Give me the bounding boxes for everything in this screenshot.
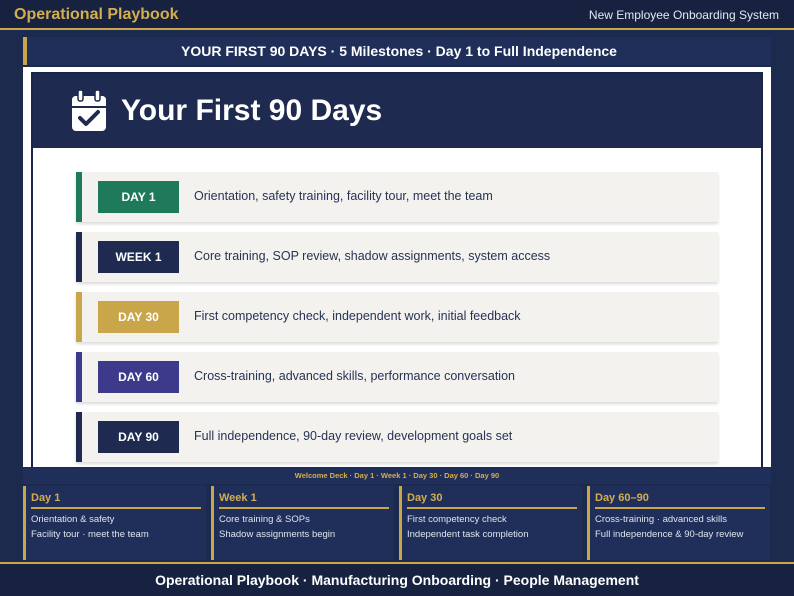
card-line: Shadow assignments begin: [219, 529, 336, 540]
system-name: New Employee Onboarding System: [588, 8, 779, 22]
brand-title: Operational Playbook: [14, 6, 179, 23]
milestone-description: Cross-training, advanced skills, perform…: [194, 369, 515, 383]
milestone-day-30: DAY 30 First competency check, independe…: [76, 292, 718, 342]
milestone-label: WEEK 1: [98, 241, 179, 273]
milestone-week-1: WEEK 1 Core training, SOP review, shadow…: [76, 232, 718, 282]
section-banner: YOUR FIRST 90 DAYS · 5 Milestones · Day …: [23, 37, 771, 65]
card-line: Cross-training · advanced skills: [595, 514, 727, 525]
milestone-label: DAY 60: [98, 361, 179, 393]
milestone-description: Orientation, safety training, facility t…: [194, 189, 493, 203]
milestone-day-90: DAY 90 Full independence, 90-day review,…: [76, 412, 718, 462]
milestone-day-60: DAY 60 Cross-training, advanced skills, …: [76, 352, 718, 402]
card-title: Day 30: [407, 492, 577, 509]
slide: Your First 90 Days DAY 1 Orientation, sa…: [31, 72, 763, 467]
summary-card-week-1: Week 1 Core training & SOPs Shadow assig…: [211, 486, 394, 560]
slide-frame: Your First 90 Days DAY 1 Orientation, sa…: [23, 67, 771, 467]
summary-cards: Day 1 Orientation & safety Facility tour…: [23, 486, 771, 560]
milestone-accent: [76, 232, 82, 282]
milestone-description: Full independence, 90-day review, develo…: [194, 429, 513, 443]
card-line: Facility tour · meet the team: [31, 529, 149, 540]
milestone-label: DAY 90: [98, 421, 179, 453]
milestone-label: DAY 30: [98, 301, 179, 333]
summary-card-day-1: Day 1 Orientation & safety Facility tour…: [23, 486, 206, 560]
milestone-accent: [76, 172, 82, 222]
milestone-description: First competency check, independent work…: [194, 309, 521, 323]
card-title: Day 60–90: [595, 492, 765, 509]
milestone-accent: [76, 412, 82, 462]
milestone-accent: [76, 292, 82, 342]
card-line: Core training & SOPs: [219, 514, 310, 525]
card-title: Week 1: [219, 492, 389, 509]
card-line: First competency check: [407, 514, 507, 525]
card-line: Independent task completion: [407, 529, 529, 540]
milestone-accent: [76, 352, 82, 402]
card-line: Orientation & safety: [31, 514, 115, 525]
slide-header: Your First 90 Days: [33, 74, 761, 148]
milestone-label: DAY 1: [98, 181, 179, 213]
card-title: Day 1: [31, 492, 201, 509]
slide-caption: Welcome Deck · Day 1 · Week 1 · Day 30 ·…: [23, 468, 771, 484]
card-line: Full independence & 90-day review: [595, 529, 744, 540]
top-bar: Operational Playbook New Employee Onboar…: [0, 0, 794, 30]
slide-title: Your First 90 Days: [121, 94, 383, 127]
summary-card-day-30: Day 30 First competency check Independen…: [399, 486, 582, 560]
calendar-check-icon: [72, 90, 106, 131]
milestone-description: Core training, SOP review, shadow assign…: [194, 249, 551, 263]
summary-card-day-60-90: Day 60–90 Cross-training · advanced skil…: [587, 486, 770, 560]
milestone-day-1: DAY 1 Orientation, safety training, faci…: [76, 172, 718, 222]
footer: Operational Playbook · Manufacturing Onb…: [0, 562, 794, 596]
